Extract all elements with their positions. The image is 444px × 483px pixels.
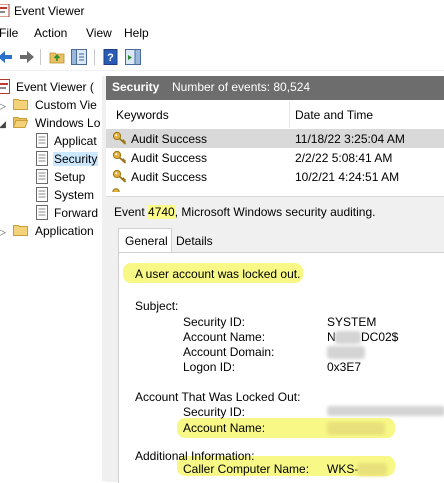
log-icon <box>36 151 48 166</box>
log-icon <box>36 133 48 148</box>
expand-arrow-icon[interactable]: ▷ <box>0 101 6 112</box>
event-id: 4740 <box>148 205 175 219</box>
tree-label: Event Viewer ( <box>16 80 94 94</box>
tree-item-setup[interactable]: Setup <box>0 168 100 186</box>
key-icon <box>112 131 127 145</box>
tree-item-event-viewer[interactable]: Event Viewer ( <box>0 78 100 96</box>
locked-security-id-label: Security ID: <box>183 405 246 419</box>
menu-help[interactable]: Help <box>124 26 149 40</box>
table-row[interactable]: Audit Success 2/2/22 5:08:41 AM <box>106 148 444 167</box>
locked-out-heading: Account That Was Locked Out: <box>135 390 301 404</box>
folder-up-icon[interactable] <box>48 48 66 66</box>
date-time-cell: 10/2/21 4:24:51 AM <box>295 170 400 184</box>
back-arrow-icon[interactable] <box>0 48 14 66</box>
tree-label: Applicat <box>54 134 97 148</box>
table-row[interactable]: Audit Success 10/2/21 4:24:51 AM <box>106 167 444 186</box>
tree-label: Custom Vie <box>35 98 97 112</box>
caller-computer-name-label: Caller Computer Name: <box>183 462 310 476</box>
tree-item-windows-logs[interactable]: ◢ Windows Lo <box>0 114 100 132</box>
locked-account-name-label: Account Name: <box>183 421 266 435</box>
tab-label: Details <box>176 234 213 248</box>
svg-text:?: ? <box>107 52 114 64</box>
redacted-text <box>327 406 444 416</box>
navigation-tree: Event Viewer ( ▷ Custom Vie ◢ Windows Lo… <box>0 76 100 481</box>
date-time-cell: 2/2/22 5:08:41 AM <box>295 151 393 165</box>
column-header-date-time[interactable]: Date and Time <box>295 108 373 122</box>
folder-icon <box>13 99 28 110</box>
menu-bar: File Action View Help <box>0 23 444 43</box>
tree-item-forwarded-events[interactable]: Forward <box>0 204 100 222</box>
tree-label: Security <box>53 152 99 166</box>
subject-account-domain-label: Account Domain: <box>183 345 275 359</box>
tree-label: Application <box>35 224 94 238</box>
column-divider[interactable] <box>289 102 290 128</box>
toolbar-separator <box>40 49 41 65</box>
redacted-text <box>327 346 365 359</box>
tab-details[interactable]: Details <box>172 229 222 251</box>
caller-computer-name-value: WKS- <box>327 462 359 476</box>
redacted-text <box>335 331 361 344</box>
redacted-text <box>327 422 385 435</box>
tree-label: System <box>54 188 95 202</box>
event-title: Event 4740, Microsoft Windows security a… <box>114 205 375 219</box>
subject-heading: Subject: <box>135 299 179 313</box>
table-row[interactable]: Audit Success 11/18/22 3:25:04 AM <box>106 129 444 148</box>
tree-label: Forward <box>54 206 99 220</box>
tree-label: Windows Lo <box>35 116 100 130</box>
event-viewer-icon <box>0 79 10 94</box>
tree-item-system[interactable]: System <box>0 186 100 204</box>
help-icon[interactable]: ? <box>102 48 120 66</box>
show-hide-action-pane-icon[interactable] <box>124 48 142 66</box>
subject-logon-id-label: Logon ID: <box>183 360 236 374</box>
menu-action[interactable]: Action <box>34 26 67 40</box>
log-header: Security Number of events: 80,524 <box>106 76 444 100</box>
event-detail-pane: Event 4740, Microsoft Windows security a… <box>106 196 444 483</box>
show-hide-tree-icon[interactable] <box>70 48 88 66</box>
toolbar-separator <box>94 49 95 65</box>
event-message: A user account was locked out. <box>135 267 301 281</box>
key-icon <box>112 169 127 183</box>
menu-file[interactable]: File <box>0 26 18 40</box>
folder-icon <box>13 225 28 236</box>
keyword-cell: Audit Success <box>131 170 208 184</box>
key-icon <box>112 188 120 192</box>
tree-item-security[interactable]: Security <box>0 150 100 168</box>
subject-security-id-label: Security ID: <box>183 315 246 329</box>
subject-security-id-value: SYSTEM <box>327 315 377 329</box>
forward-arrow-icon[interactable] <box>18 48 36 66</box>
events-grid: Keywords Date and Time Audit Success 11/… <box>106 102 444 192</box>
expand-arrow-icon[interactable]: ▷ <box>0 227 6 238</box>
toolbar: ? <box>0 45 444 71</box>
log-icon <box>36 169 48 184</box>
column-header-keywords[interactable]: Keywords <box>116 108 169 122</box>
log-name: Security <box>112 80 160 94</box>
event-viewer-app-icon <box>0 4 10 17</box>
subject-account-name-label: Account Name: <box>183 330 266 344</box>
collapse-arrow-icon[interactable]: ◢ <box>0 119 6 130</box>
event-title-prefix: Event <box>114 205 149 219</box>
log-icon <box>36 187 48 202</box>
tree-item-applications-services[interactable]: ▷ Application <box>0 222 100 240</box>
tree-label: Setup <box>54 170 86 184</box>
key-icon <box>112 150 127 164</box>
menu-view[interactable]: View <box>86 26 112 40</box>
redacted-text <box>357 463 387 476</box>
tab-general[interactable]: General <box>118 228 172 253</box>
tree-item-application[interactable]: Applicat <box>0 132 100 150</box>
general-panel: A user account was locked out. Subject: … <box>118 252 444 483</box>
title-bar: Event Viewer <box>0 0 444 22</box>
tab-label: General <box>125 234 168 248</box>
additional-info-heading: Additional Information: <box>135 449 255 463</box>
folder-open-icon <box>13 117 28 128</box>
event-count: Number of events: 80,524 <box>172 80 311 94</box>
date-time-cell: 11/18/22 3:25:04 AM <box>295 132 405 146</box>
log-icon <box>36 205 48 220</box>
subject-logon-id-value: 0x3E7 <box>327 360 362 374</box>
keyword-cell: Audit Success <box>131 132 208 146</box>
tree-item-custom-views[interactable]: ▷ Custom Vie <box>0 96 100 114</box>
window-title: Event Viewer <box>14 4 85 18</box>
subject-account-name-value: DC02$ <box>361 330 399 344</box>
keyword-cell: Audit Success <box>131 151 208 165</box>
event-title-suffix: , Microsoft Windows security auditing. <box>174 205 376 219</box>
